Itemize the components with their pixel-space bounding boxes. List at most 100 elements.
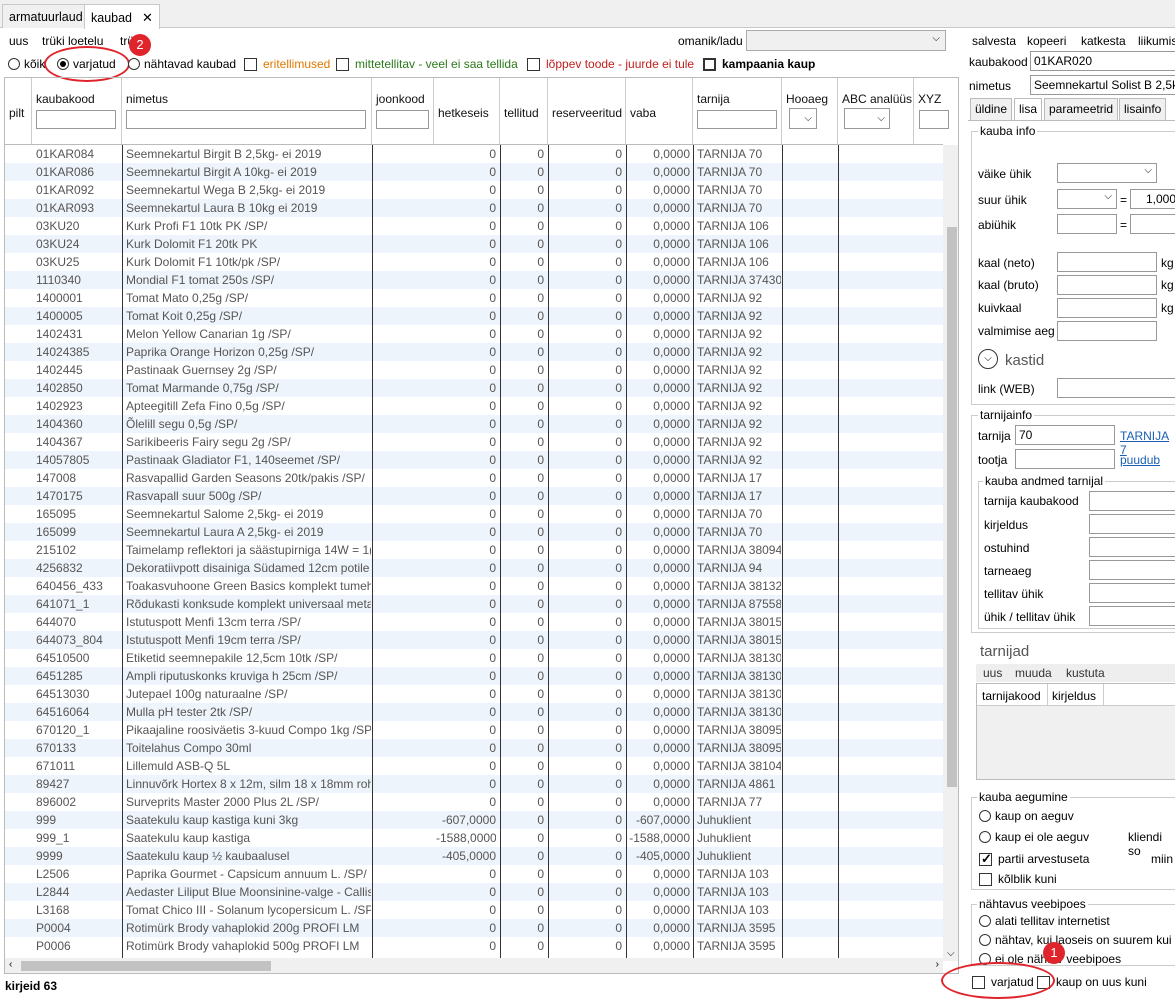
puudub-link[interactable]: puudub — [1120, 453, 1160, 467]
vaike-uhik-select[interactable]: ⌵ — [1057, 163, 1157, 183]
kuivkaal-input[interactable] — [1057, 298, 1157, 318]
table-row[interactable]: 9999 Saatekulu kaup ½ kaubaalusel -405,000… — [5, 847, 943, 865]
table-row[interactable]: 14057805 Pastinaak Gladiator F1, 140seeme… — [5, 451, 943, 469]
table-row[interactable]: 1404360 Õlelill segu 0,5g /SP/0 0 0 0,0000 TA… — [5, 415, 943, 433]
new-button[interactable]: uus — [9, 34, 28, 48]
filter-not-orderable[interactable]: mittetellitav - veel ei saa tellida — [336, 56, 518, 72]
link-web-input[interactable] — [1057, 378, 1175, 398]
tarnija-input[interactable]: 70 — [1015, 425, 1115, 445]
col-header-hooaeg[interactable]: Hooaeg ⌵ — [782, 78, 838, 144]
table-row[interactable]: L2844 Aedaster Liliput Blue Moonsinine-va… — [5, 883, 943, 901]
kaal-bruto-input[interactable] — [1057, 275, 1157, 295]
table-row[interactable]: 01KAR086 Seemnekartul Birgit A 10kg- ei 2… — [5, 163, 943, 181]
col-header-kirjeldus[interactable]: kirjeldus — [1052, 689, 1096, 703]
table-row[interactable]: 1470175 Rasvapall suur 500g /SP/0 0 0 0,0000… — [5, 487, 943, 505]
col-header-reserveeritud[interactable]: reserveeritud — [548, 78, 626, 144]
scrollbar-thumb[interactable] — [21, 961, 271, 971]
table-row[interactable]: 1402445 Pastinaak Guernsey 2g /SP/0 0 0 0,00… — [5, 361, 943, 379]
table-row[interactable]: 64513030 Jutepael 100g naturaalne /SP/0 0 0… — [5, 685, 943, 703]
suur-uhik-ratio[interactable]: 1,000 — [1130, 189, 1175, 209]
table-row[interactable]: 644070 Istutuspott Menfi 13cm terra /SP/0… — [5, 613, 943, 631]
tarnijad-table[interactable]: tarnijakood kirjeldus — [976, 683, 1175, 780]
valmimise-aeg-input[interactable] — [1057, 321, 1157, 341]
table-row[interactable]: 01KAR084 Seemnekartul Birgit B 2,5kg- ei … — [5, 145, 943, 163]
tab-uldine[interactable]: üldine — [970, 98, 1013, 120]
tab-lisainfo[interactable]: lisainfo — [1119, 98, 1167, 120]
movements-button[interactable]: liikumis — [1138, 34, 1175, 48]
table-row[interactable]: 1402923 Apteegitill Zefa Fino 0,5g /SP/0 0… — [5, 397, 943, 415]
table-row[interactable]: 4256832 Dekoratiivpott disainiga Südamed … — [5, 559, 943, 577]
col-header-pilt[interactable]: pilt — [5, 78, 32, 144]
tab-armatuurlaud[interactable]: armatuurlaud — [2, 4, 90, 28]
uhik-tellitav-input[interactable] — [1089, 606, 1175, 626]
tarnijad-new-button[interactable]: uus — [983, 666, 1002, 680]
kaubakood-input[interactable]: 01KAR020 — [1030, 51, 1175, 71]
tootja-input[interactable] — [1015, 449, 1115, 469]
tellitav-uhik-input[interactable] — [1089, 583, 1175, 603]
filter-joonkood-input[interactable] — [376, 110, 429, 129]
tarnija-kaubakood-input[interactable] — [1089, 491, 1175, 511]
table-row[interactable]: 03KU25 Kurk Dolomit F1 10tk/pk /SP/0 0 0 0,0… — [5, 253, 943, 271]
col-header-abc[interactable]: ABC analüüs ⌵ — [838, 78, 914, 144]
table-row[interactable]: 03KU20 Kurk Profi F1 10tk PK /SP/0 0 0 0,000… — [5, 217, 943, 235]
table-row[interactable]: 999_1 Saatekulu kaup kastiga -1588,0000 0 0-… — [5, 829, 943, 847]
table-row[interactable]: 14024385 Paprika Orange Horizon 0,25g /SP… — [5, 343, 943, 361]
kirjeldus-input[interactable] — [1089, 514, 1175, 534]
scrollbar-thumb[interactable] — [947, 227, 957, 787]
table-row[interactable]: L2506 Paprika Gourmet - Capsicum annuum L… — [5, 865, 943, 883]
tab-kaubad[interactable]: kaubad ✕ — [84, 4, 160, 29]
filter-tarnija-input[interactable] — [697, 110, 777, 129]
table-row[interactable]: 165099 Seemnekartul Laura A 2,5kg- ei 201… — [5, 523, 943, 541]
kastid-label[interactable]: kastid — [1005, 352, 1044, 369]
col-header-tarnijakood[interactable]: tarnijakood — [982, 689, 1041, 703]
tab-parameetrid[interactable]: parameetrid — [1044, 98, 1119, 120]
col-header-joonkood[interactable]: joonkood — [372, 78, 434, 144]
table-row[interactable]: P0006 Rotimürk Brody vahaplokid 500g PROF… — [5, 937, 943, 955]
expand-circle-icon[interactable]: ⌵ — [978, 349, 998, 369]
checkbox-partii[interactable]: partii arvestuseta — [979, 851, 1089, 867]
col-header-xyz[interactable]: XYZ — [914, 78, 958, 144]
scroll-right-icon[interactable]: › — [936, 959, 939, 970]
table-row[interactable]: 64510500 Etiketid seemnepakile 12,5cm 10t… — [5, 649, 943, 667]
kaal-neto-input[interactable] — [1057, 252, 1157, 272]
filter-all[interactable]: kõik — [8, 56, 45, 72]
col-header-hetkeseis[interactable]: hetkeseis — [434, 78, 500, 144]
col-header-vaba[interactable]: vaba — [626, 78, 693, 144]
table-row[interactable]: 640456_433 Toakasvuhoone Green Basics kom… — [5, 577, 943, 595]
table-row[interactable]: 215102 Taimelamp reflektori ja säästupirn… — [5, 541, 943, 559]
filter-nimetus-input[interactable] — [126, 110, 366, 129]
nimetus-input[interactable]: Seemnekartul Solist B 2,5kg — [1030, 75, 1175, 95]
radio-aeguv[interactable]: kaup on aeguv — [979, 808, 1074, 824]
table-row[interactable]: L3168 Tomat Chico III - Solanum lycopersi… — [5, 901, 943, 919]
suur-uhik-select[interactable]: ⌵ — [1057, 189, 1117, 209]
table-row[interactable]: 1402431 Melon Yellow Canarian 1g /SP/0 0 0 0… — [5, 325, 943, 343]
table-row[interactable]: 671011 Lillemuld ASB-Q 5L 0 0 0 0,0000 TARNIJA… — [5, 757, 943, 775]
vertical-scrollbar[interactable]: ⌵ — [943, 145, 958, 961]
table-row[interactable]: 1400001 Tomat Mato 0,25g /SP/0 0 0 0,0000 TAR… — [5, 289, 943, 307]
abc-select[interactable]: ⌵ — [844, 108, 890, 129]
table-row[interactable]: P0004 Rotimürk Brody vahaplokid 200g PROF… — [5, 919, 943, 937]
checkbox-kolblik[interactable]: kõlblik kuni — [979, 871, 1057, 887]
table-row[interactable]: 670120_1 Pikaajaline roosiväetis 3-kuud C… — [5, 721, 943, 739]
table-row[interactable]: 644073_804 Istutuspott Menfi 19cm terra /… — [5, 631, 943, 649]
table-row[interactable]: 1400005 Tomat Koit 0,25g /SP/0 0 0 0,0000 TAR… — [5, 307, 943, 325]
col-header-nimetus[interactable]: nimetus — [122, 78, 372, 144]
filter-ending[interactable]: lõppev toode - juurde ei tule — [527, 56, 694, 72]
hooaeg-select[interactable]: ⌵ — [789, 108, 817, 129]
filter-xyz-input[interactable] — [919, 110, 949, 129]
abiuhik-ratio[interactable] — [1130, 214, 1175, 234]
tarnijad-edit-button[interactable]: muuda — [1015, 666, 1052, 680]
table-row[interactable]: 01KAR093 Seemnekartul Laura B 10kg ei 201… — [5, 199, 943, 217]
filter-special-orders[interactable]: eritellimused — [244, 56, 330, 72]
tab-lisa[interactable]: lisa — [1014, 98, 1043, 121]
tarneaeg-input[interactable] — [1089, 560, 1175, 580]
tarnijad-delete-button[interactable]: kustuta — [1066, 666, 1105, 680]
table-row[interactable]: 64516064 Mulla pH tester 2tk /SP/0 0 0 0,000… — [5, 703, 943, 721]
table-row[interactable]: 670133 Toitelahus Compo 30ml 0 0 0 0,0000 TARN… — [5, 739, 943, 757]
table-row[interactable]: 03KU24 Kurk Dolomit F1 20tk PK 0 0 0 0,0000 TA… — [5, 235, 943, 253]
table-row[interactable]: 1404367 Sarikibeeris Fairy segu 2g /SP/0 0… — [5, 433, 943, 451]
col-header-tarnija[interactable]: tarnija — [693, 78, 782, 144]
radio-ei-aeguv[interactable]: kaup ei ole aeguv — [979, 829, 1089, 845]
table-row[interactable]: 89427 Linnuvõrk Hortex 8 x 12m, silm 18 x… — [5, 775, 943, 793]
close-icon[interactable]: ✕ — [142, 10, 153, 25]
